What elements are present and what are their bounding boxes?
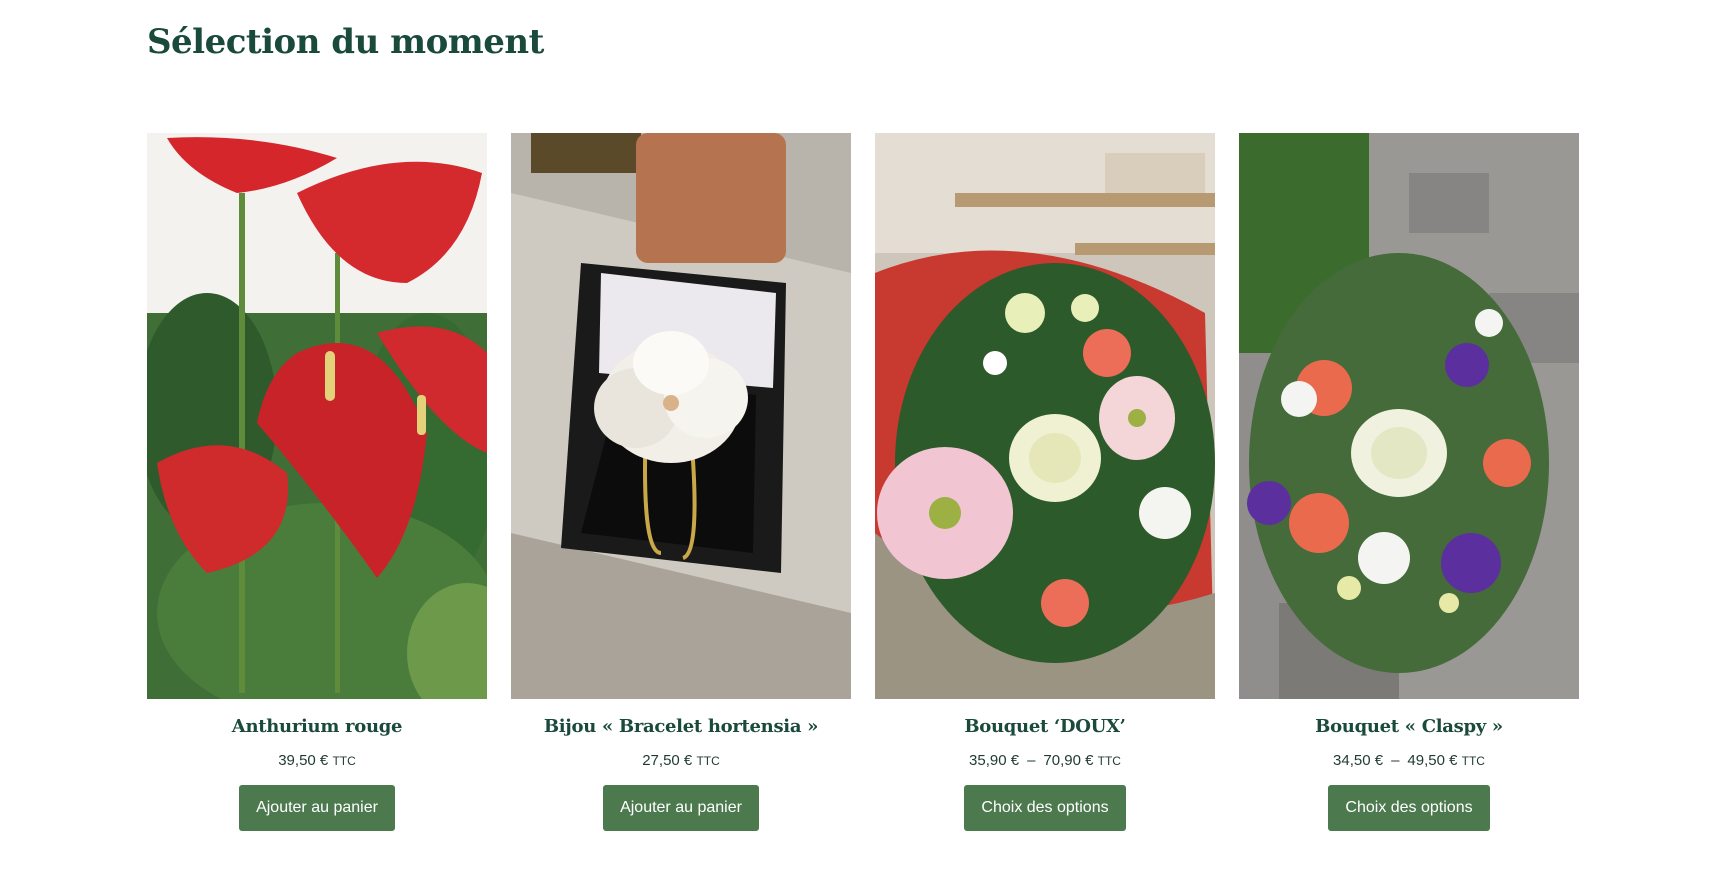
- tax-label: TTC: [1097, 754, 1121, 768]
- choose-options-button[interactable]: Choix des options: [964, 785, 1126, 831]
- choose-options-button[interactable]: Choix des options: [1328, 785, 1490, 831]
- product-name[interactable]: Bouquet ‘DOUX’: [875, 715, 1215, 739]
- price-value: 27,50 €: [642, 752, 693, 769]
- product-name[interactable]: Anthurium rouge: [147, 715, 487, 739]
- product-image-bouquet-doux[interactable]: [875, 133, 1215, 699]
- price-value-min: 35,90 €: [969, 752, 1020, 769]
- product-price: 34,50 € –49,50 € TTC: [1239, 751, 1579, 771]
- price-value-min: 34,50 €: [1333, 752, 1384, 769]
- tax-label: TTC: [1461, 754, 1485, 768]
- product-card: Bouquet ‘DOUX’ 35,90 € –70,90 € TTC Choix…: [875, 133, 1215, 831]
- price-range-dash: –: [1027, 752, 1036, 769]
- tax-label: TTC: [332, 754, 356, 768]
- product-name[interactable]: Bouquet « Claspy »: [1239, 715, 1579, 739]
- product-image-anthurium[interactable]: [147, 133, 487, 699]
- product-card: Bouquet « Claspy » 34,50 € –49,50 € TTC C…: [1239, 133, 1579, 831]
- product-price: 27,50 € TTC: [511, 751, 851, 771]
- product-card: Bijou « Bracelet hortensia » 27,50 € TTC…: [511, 133, 851, 831]
- product-name[interactable]: Bijou « Bracelet hortensia »: [511, 715, 851, 739]
- price-value-max: 49,50 €: [1407, 752, 1458, 769]
- tax-label: TTC: [696, 754, 720, 768]
- product-image-bracelet[interactable]: [511, 133, 851, 699]
- product-price: 39,50 € TTC: [147, 751, 487, 771]
- product-image-bouquet-claspy[interactable]: [1239, 133, 1579, 699]
- price-range-dash: –: [1391, 752, 1400, 769]
- product-price: 35,90 € –70,90 € TTC: [875, 751, 1215, 771]
- add-to-cart-button[interactable]: Ajouter au panier: [239, 785, 395, 831]
- add-to-cart-button[interactable]: Ajouter au panier: [603, 785, 759, 831]
- section-title: Sélection du moment: [147, 22, 544, 62]
- price-value: 39,50 €: [278, 752, 329, 769]
- product-card: Anthurium rouge 39,50 € TTC Ajouter au p…: [147, 133, 487, 831]
- price-value-max: 70,90 €: [1043, 752, 1094, 769]
